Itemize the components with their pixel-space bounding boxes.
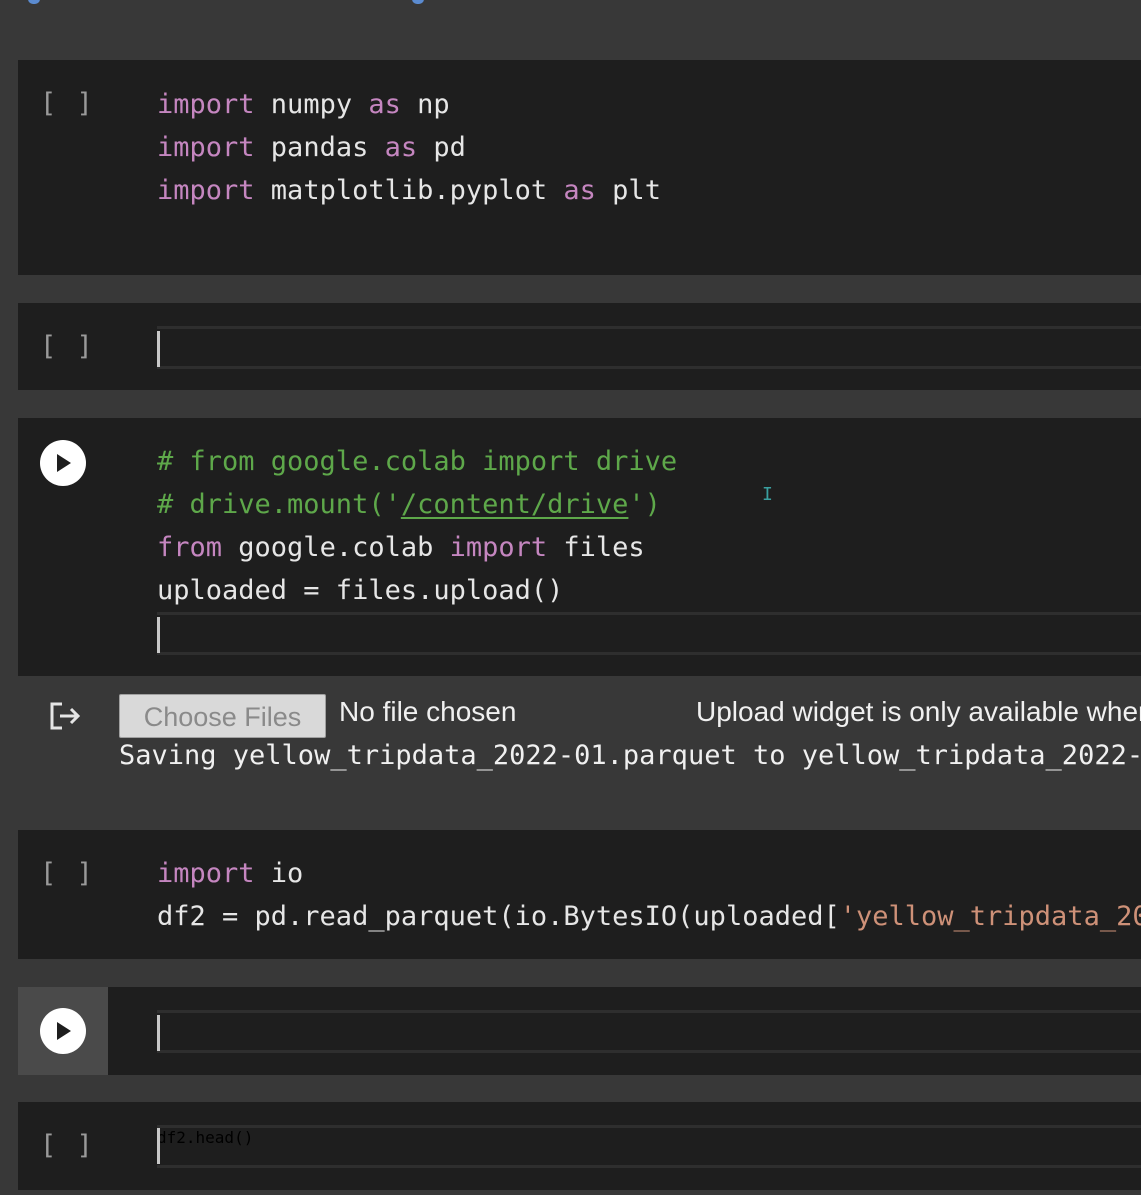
code-line[interactable]: uploaded = files.upload() — [157, 569, 1141, 612]
notebook-page: [ ] import numpy as np import pandas as p… — [0, 0, 1141, 1195]
code-token: pandas — [254, 132, 385, 163]
code-token: as — [563, 175, 596, 206]
code-cell[interactable]: [ ] import numpy as np import pandas as p… — [18, 60, 1141, 275]
code-token: uploaded = files.upload() — [157, 575, 564, 606]
text-cursor — [157, 617, 160, 653]
code-cell[interactable]: # from google.colab import drive # drive.… — [18, 418, 1141, 676]
text-cursor — [157, 331, 160, 367]
code-token: from — [157, 532, 223, 563]
code-token: import — [157, 132, 255, 163]
no-file-chosen-label: No file chosen — [339, 696, 517, 727]
code-token: df2.head() — [157, 1128, 254, 1147]
code-token: import — [157, 175, 255, 206]
empty-editor-line[interactable] — [157, 1010, 1141, 1053]
code-cell[interactable]: [ ] — [18, 303, 1141, 390]
code-token: /content/drive — [400, 489, 629, 520]
text-cursor — [157, 1015, 160, 1051]
code-line[interactable]: # drive.mount('/content/drive') — [157, 483, 1141, 526]
code-token: # from google.colab import drive — [157, 446, 678, 477]
execution-count[interactable]: [ ] — [40, 858, 95, 889]
code-token: plt — [595, 175, 661, 206]
output-exit-icon[interactable] — [48, 700, 82, 736]
code-token: pd — [417, 132, 466, 163]
execution-count[interactable]: [ ] — [40, 88, 95, 119]
choose-files-button[interactable]: Choose Files — [119, 694, 326, 738]
code-token: np — [400, 89, 450, 120]
code-token: numpy — [254, 89, 369, 120]
code-line[interactable]: # from google.colab import drive — [157, 440, 1141, 483]
code-line[interactable]: df2 = pd.read_parquet(io.BytesIO(uploade… — [157, 895, 1141, 938]
code-editor[interactable]: # from google.colab import drive # drive.… — [157, 440, 1141, 612]
execution-count[interactable]: [ ] — [40, 1130, 95, 1161]
play-icon[interactable] — [40, 1008, 86, 1054]
upload-widget-note: Upload widget is only available when the… — [696, 696, 1141, 727]
code-editor[interactable]: df2.head() — [157, 1125, 1141, 1168]
top-strip — [0, 0, 1141, 8]
code-token: io — [254, 858, 304, 889]
code-token: files — [547, 532, 645, 563]
code-token: as — [368, 89, 401, 120]
cell-output: Choose Files No file chosen Upload widge… — [18, 676, 1141, 828]
code-token: 'yellow_tripdata_2022-01.parquet' — [839, 901, 1141, 932]
code-line[interactable]: import pandas as pd — [157, 126, 1141, 169]
code-line[interactable]: import io — [157, 852, 1141, 895]
code-token: google.colab — [222, 532, 450, 563]
code-token: df2 = pd.read_parquet(io.BytesIO(uploade… — [157, 901, 840, 932]
code-token: import — [157, 858, 255, 889]
execution-count[interactable]: [ ] — [40, 331, 95, 362]
code-token: ') — [628, 489, 661, 520]
empty-editor-line[interactable] — [157, 612, 1141, 655]
code-line[interactable]: import numpy as np — [157, 83, 1141, 126]
code-editor[interactable]: import io df2 = pd.read_parquet(io.BytesI… — [157, 852, 1141, 938]
play-icon[interactable] — [40, 440, 86, 486]
code-cell[interactable] — [18, 987, 1141, 1075]
code-cell[interactable]: [ ] import io df2 = pd.read_parquet(io.By… — [18, 830, 1141, 959]
code-token: # drive.mount(' — [157, 489, 401, 520]
mouse-ibeam-cursor-icon: I — [762, 484, 773, 505]
text-cursor — [157, 1128, 160, 1164]
code-line[interactable]: import matplotlib.pyplot as plt — [157, 169, 1141, 212]
code-token: matplotlib.pyplot — [254, 175, 564, 206]
code-editor[interactable]: import numpy as np import pandas as pd imp… — [157, 83, 1141, 212]
code-line[interactable]: from google.colab import files — [157, 526, 1141, 569]
code-token: import — [157, 89, 255, 120]
code-line[interactable]: df2.head() — [157, 1128, 1141, 1171]
saving-output-text: Saving yellow_tripdata_2022-01.parquet t… — [119, 740, 1141, 771]
code-token: import — [449, 532, 548, 563]
code-token: as — [384, 132, 418, 163]
code-cell[interactable]: [ ] df2.head() — [18, 1102, 1141, 1190]
empty-editor-line[interactable] — [157, 326, 1141, 369]
